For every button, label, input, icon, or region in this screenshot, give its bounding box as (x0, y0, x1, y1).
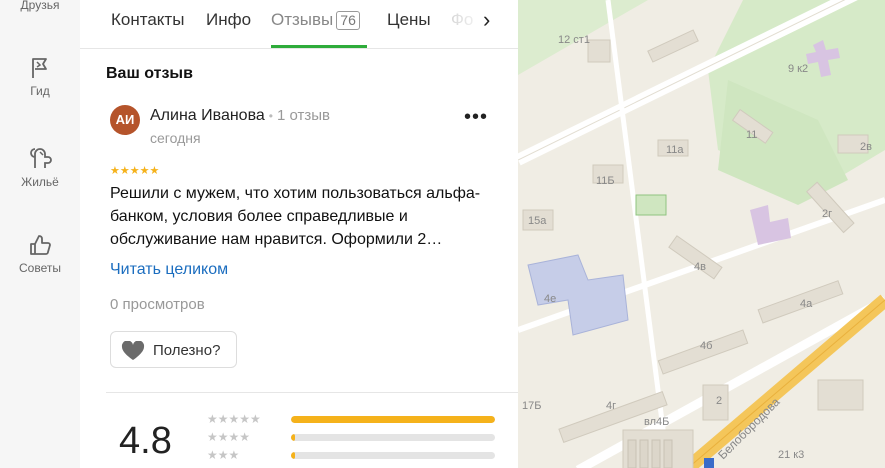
views-count: 0 просмотров (110, 296, 205, 313)
nav-item-housing-label: Жильё (21, 175, 59, 189)
more-options-icon[interactable]: ••• (464, 106, 488, 129)
useful-button-label: Полезно? (153, 342, 221, 359)
nav-item-tips-label: Советы (19, 261, 61, 275)
reviews-count-badge: 76 (336, 11, 360, 30)
tab-contacts[interactable]: Контакты (111, 10, 184, 30)
map-label: 4в (694, 261, 706, 273)
map-label: 15а (528, 215, 547, 227)
map-transit-stop-icon[interactable] (704, 458, 714, 468)
rating-bar-fill (291, 452, 296, 459)
map-label: 11Б (596, 175, 615, 187)
author-review-count: 1 отзыв (277, 107, 331, 124)
active-tab-indicator (271, 45, 367, 48)
map-label: 4а (800, 298, 813, 310)
rating-bar-fill (291, 434, 296, 441)
rating-row-stars: ★★★★ (207, 430, 251, 444)
rating-row-stars: ★★★★★ (207, 412, 261, 426)
map-label: 4г (606, 400, 616, 412)
section-title: Ваш отзыв (106, 65, 193, 82)
review-text: Решили с мужем, что хотим пользоваться а… (110, 185, 481, 248)
read-more-link[interactable]: Читать целиком (110, 261, 228, 279)
map-label: 9 к2 (788, 63, 808, 75)
avatar[interactable]: АИ (110, 105, 140, 135)
separator-dot: • (268, 109, 273, 123)
tab-prices[interactable]: Цены (387, 10, 431, 30)
review-stars: ★★★★★ (110, 165, 160, 177)
rating-row-stars: ★★★ (207, 448, 240, 462)
tab-reviews[interactable]: Отзывы 76 (271, 10, 360, 30)
divider (106, 392, 518, 393)
nav-item-tips[interactable]: Советы (0, 233, 80, 275)
review-author: Алина Иванова • 1 отзыв (150, 107, 330, 125)
rating-bar (291, 434, 495, 441)
map-view[interactable]: 12 ст1 9 к2 11а 11 2в 11Б 15а 2г 4в 4е 4… (518, 0, 885, 468)
tab-info[interactable]: Инфо (206, 10, 251, 30)
map-label: 17Б (522, 400, 541, 412)
rating-bar-fill (291, 416, 495, 423)
housing-icon (30, 148, 52, 168)
rating-bar (291, 416, 495, 423)
map-label: 21 к3 (778, 449, 804, 461)
thumbs-up-icon (30, 235, 51, 255)
tab-bar: Контакты Инфо Отзывы76 Цены Фо › (80, 0, 518, 49)
heart-icon (121, 341, 145, 360)
author-name[interactable]: Алина Иванова (150, 107, 265, 124)
map-label: вл4Б (644, 416, 669, 428)
nav-item-housing[interactable]: Жильё (0, 143, 80, 189)
map-label: 4б (700, 340, 712, 352)
rating-bar (291, 452, 495, 459)
org-card-panel: Контакты Инфо Отзывы76 Цены Фо › Ваш отз… (80, 0, 518, 468)
left-navigation: Друзья Гид Жильё Советы (0, 0, 81, 468)
nav-item-guide-label: Гид (30, 84, 50, 98)
chevron-right-icon[interactable]: › (483, 9, 490, 31)
map-label: 11 (746, 129, 757, 141)
map-label: 11а (666, 144, 684, 156)
nav-item-friends[interactable]: Друзья (0, 0, 80, 12)
map-sports-field (635, 194, 667, 216)
map-label: 12 ст1 (558, 34, 590, 46)
map-label: 2 (716, 395, 722, 407)
map-label: 2в (860, 141, 872, 153)
review-date: сегодня (150, 130, 201, 146)
useful-button[interactable]: Полезно? (110, 331, 237, 368)
map-label: 4е (544, 293, 556, 305)
tab-reviews-label: Отзывы (271, 10, 334, 29)
rating-value: 4.8 (119, 420, 172, 462)
flag-icon (32, 58, 47, 78)
nav-item-guide[interactable]: Гид (0, 56, 80, 98)
map-label: 2г (822, 208, 832, 220)
nav-item-friends-label: Друзья (20, 0, 60, 12)
